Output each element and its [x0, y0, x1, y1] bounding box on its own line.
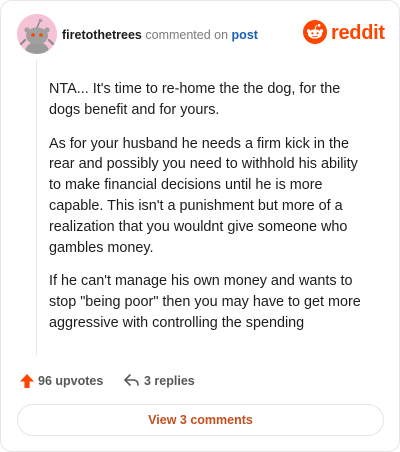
reply-arrow-icon — [124, 374, 139, 386]
comment-paragraph: If he can't manage his own money and wan… — [49, 273, 361, 331]
replies-count: 3 replies — [144, 374, 195, 388]
view-comments-button[interactable]: View 3 comments — [17, 404, 384, 436]
comment-paragraph: NTA... It's time to re-home the the dog,… — [49, 81, 341, 118]
thread-line — [36, 60, 37, 355]
post-link[interactable]: post — [232, 28, 258, 42]
snoo-avatar-icon — [17, 14, 57, 54]
reddit-wordmark: reddit — [331, 22, 385, 44]
comment-header: firetothetrees commented on post reddit — [17, 14, 385, 54]
user-avatar[interactable] — [17, 14, 57, 54]
reddit-brand[interactable]: reddit — [303, 18, 385, 50]
upvote-count: 96 upvotes — [38, 374, 104, 388]
comment-paragraph: As for your husband he needs a firm kick… — [49, 135, 358, 256]
comment-meta: firetothetrees commented on post — [62, 27, 258, 43]
comment-card: firetothetrees commented on post reddit … — [0, 0, 400, 452]
upvote-arrow-icon — [20, 374, 34, 388]
action-text: commented on — [145, 28, 229, 42]
reddit-logo-icon — [303, 20, 327, 44]
comment-body: NTA... It's time to re-home the the dog,… — [49, 79, 369, 347]
username-link[interactable]: firetothetrees — [62, 28, 142, 42]
